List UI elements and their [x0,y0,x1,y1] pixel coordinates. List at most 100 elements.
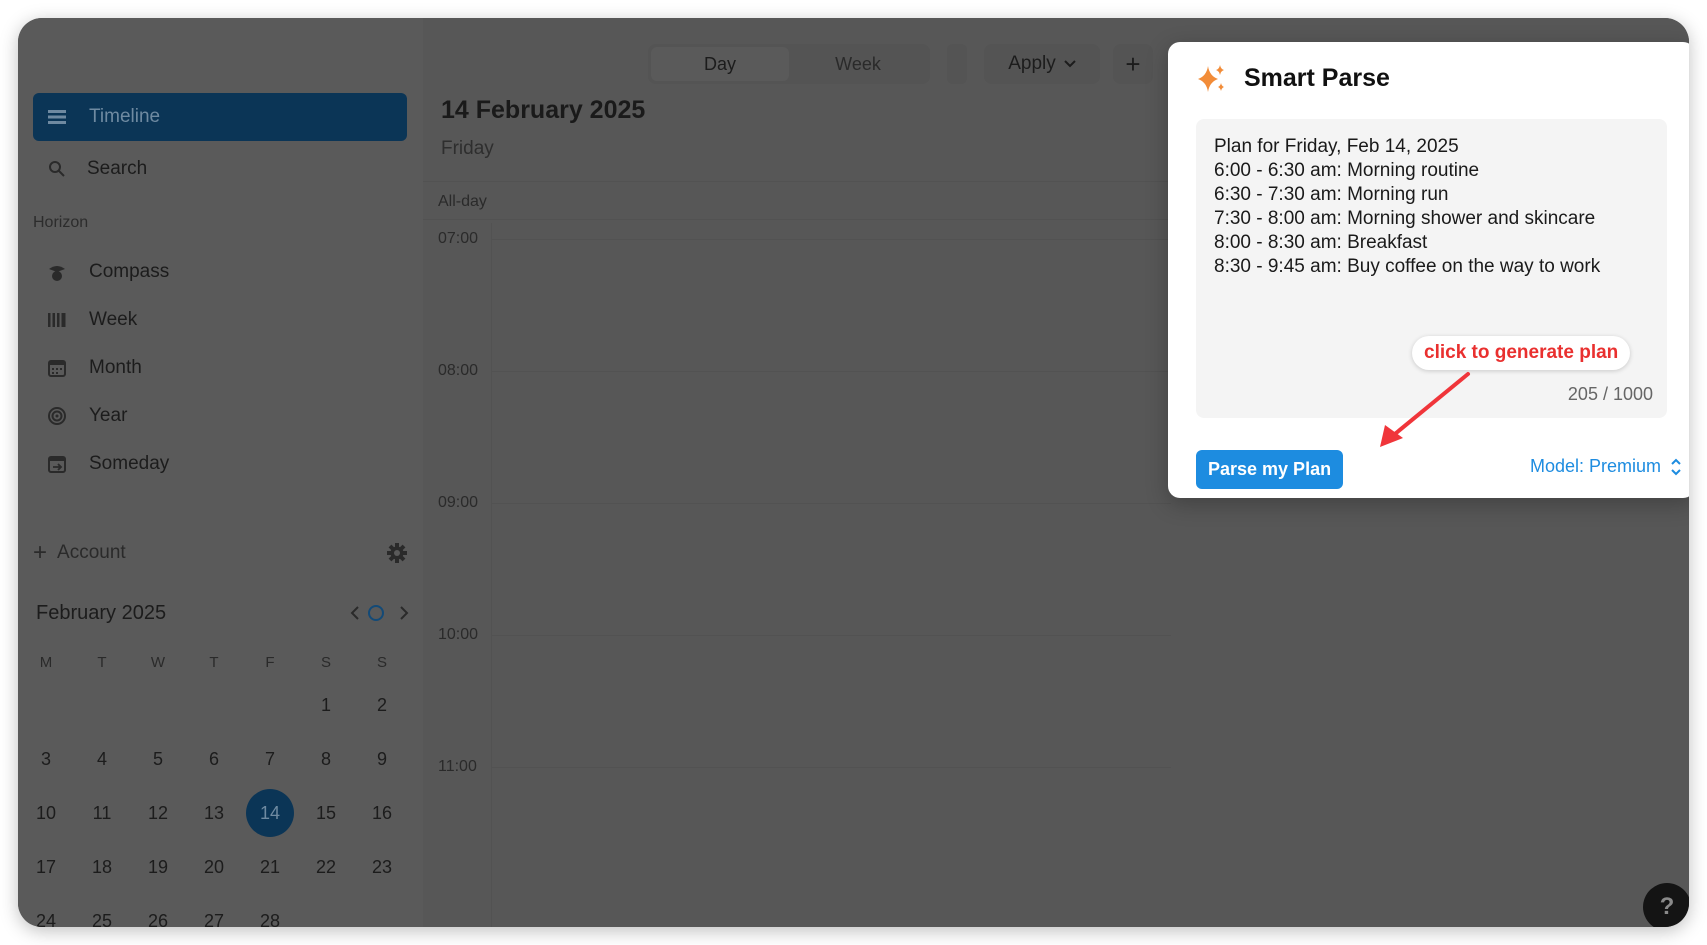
calendar-week-row: 12 [18,678,418,732]
calendar-day[interactable]: 23 [354,840,410,894]
sidebar-item-month[interactable]: Month [33,344,407,392]
compass-icon [45,260,69,284]
sidebar-item-year[interactable]: Year [33,392,407,440]
calendar-day[interactable]: 20 [186,840,242,894]
month-icon [45,356,69,380]
sidebar-item-label: Someday [89,453,170,474]
calendar-day[interactable]: 21 [242,840,298,894]
calendar-day-number: 25 [91,911,113,927]
account-label: Account [57,542,126,563]
model-label: Model: Premium [1529,456,1661,476]
sidebar-item-label: Year [89,405,128,426]
calendar-week-row: 24 25 26 27 28 [18,894,418,927]
model-selector[interactable]: Model: Premium [1530,456,1681,477]
tab-day[interactable]: Day [651,47,789,81]
view-switcher: Day Week [648,44,930,84]
hour-line [491,635,1171,636]
calendar-day[interactable]: 8 [298,732,354,786]
hour-line [491,239,1171,240]
hour-label: 08:00 [438,362,479,379]
calendar-day [186,678,242,732]
plus-icon: + [33,539,48,566]
calendar-day[interactable]: 10 [18,786,74,840]
calendar-day[interactable]: 2 [354,678,410,732]
calendar-day-number: 24 [35,911,57,927]
calendar-day[interactable]: 3 [18,732,74,786]
parse-plan-button[interactable]: Parse my Plan [1196,450,1344,489]
calendar-day[interactable]: 27 [186,894,242,927]
toolbar-spacer [947,44,967,84]
calendar-day-number: 9 [376,749,387,769]
calendar-day[interactable]: 28 [242,894,298,927]
gear-icon[interactable] [386,542,408,564]
sidebar-item-week[interactable]: Week [33,296,407,344]
calendar-day-number: 18 [91,857,113,877]
chevron-right-icon[interactable] [393,602,415,624]
calendar-day-number: 11 [92,803,112,823]
sidebar-item-compass[interactable]: Compass [33,248,407,296]
section-label-horizon: Horizon [33,214,89,231]
calendar-day[interactable]: 24 [18,894,74,927]
calendar-day[interactable]: 12 [130,786,186,840]
calendar-day-number: 4 [96,749,107,769]
calendar-day-number: 1 [320,695,331,715]
sidebar-item-label: Month [89,357,142,378]
app-window: Timeline Search Horizon Compass Week Mon… [18,18,1689,927]
week-icon [45,308,69,332]
today-button[interactable] [368,605,384,621]
calendar-day[interactable]: 18 [74,840,130,894]
help-button[interactable]: ? [1643,883,1689,927]
weekday-label: M [39,654,53,671]
calendar-day-number: 21 [259,857,281,877]
apply-button[interactable]: Apply [984,44,1100,84]
calendar-day-number: 16 [371,803,393,823]
chevron-left-icon[interactable] [344,602,366,624]
calendar-day-number: 15 [315,803,337,823]
calendar-day[interactable]: 7 [242,732,298,786]
weekday-label: T [97,654,107,671]
calendar-day[interactable]: 1 [298,678,354,732]
dialog-title: Smart Parse [1244,64,1390,92]
calendar-day[interactable]: 9 [354,732,410,786]
calendar-day[interactable]: 19 [130,840,186,894]
weekday-label: S [320,654,331,671]
hour-label: 11:00 [438,758,477,775]
calendar-day[interactable]: 5 [130,732,186,786]
tab-week[interactable]: Week [789,47,927,81]
calendar-day[interactable]: 14 [242,786,298,840]
calendar-day[interactable]: 11 [74,786,130,840]
calendar-day[interactable]: 17 [18,840,74,894]
calendar-day-number: 6 [208,749,219,769]
calendar-day-number: 8 [320,749,331,769]
hour-line [491,371,1171,372]
calendar-day[interactable]: 22 [298,840,354,894]
calendar-day [242,678,298,732]
calendar-day[interactable]: 16 [354,786,410,840]
add-account-button[interactable]: + Account [33,541,126,565]
calendar-week-row: 10 11 12 13 14 15 16 [18,786,418,840]
annotation-arrow [1380,372,1470,447]
page-title: 14 February 2025 [441,96,646,124]
weekday-label: S [376,654,387,671]
hint-tooltip: click to generate plan [1412,336,1631,370]
weekday-label: T [209,654,219,671]
calendar-day[interactable]: 6 [186,732,242,786]
calendar-day [130,678,186,732]
calendar-day[interactable]: 15 [298,786,354,840]
calendar-day[interactable]: 4 [74,732,130,786]
weekday-label: Friday [441,138,494,159]
someday-icon [45,452,69,476]
apply-label: Apply [1008,53,1056,74]
add-event-button[interactable]: + [1113,44,1153,84]
calendar-day[interactable]: 26 [130,894,186,927]
sidebar-item-someday[interactable]: Someday [33,440,407,488]
calendar-day[interactable]: 13 [186,786,242,840]
calendar-day [74,678,130,732]
calendar-day-number: 17 [35,857,57,877]
sidebar-item-timeline[interactable]: Timeline [33,93,407,141]
calendar-body: 1 2 3 4 5 6 7 8 9 10 11 12 13 14 15 16 17 18 19 20 21 22 23 24 2… [18,678,418,927]
smart-parse-dialog: Smart Parse Plan for Friday, Feb 14, 202… [1168,42,1689,498]
calendar-day[interactable]: 25 [74,894,130,927]
calendar-day [298,894,354,927]
sidebar-item-search[interactable]: Search [33,145,407,193]
